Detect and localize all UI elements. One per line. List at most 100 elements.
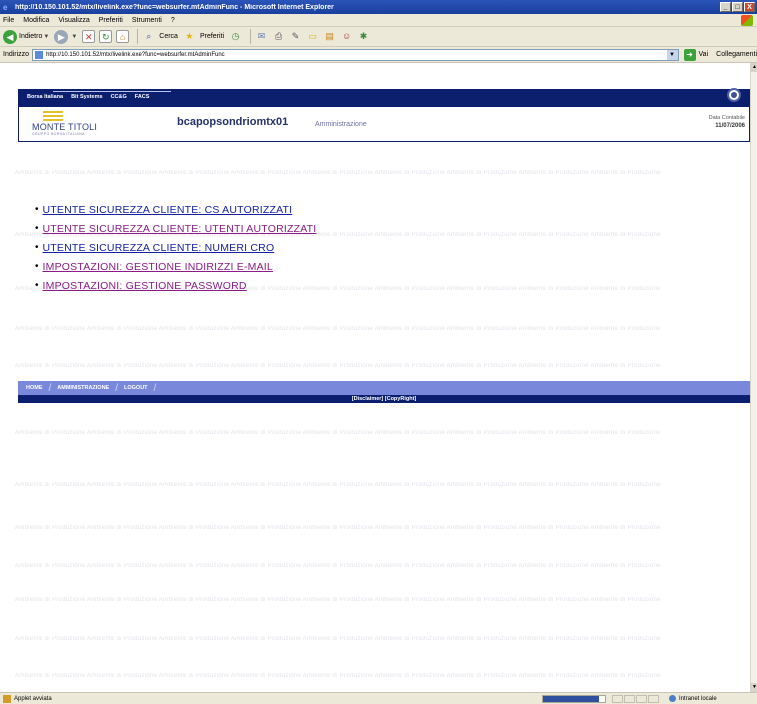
group-underline	[53, 91, 171, 92]
footer-nav-amministrazione[interactable]: AMMINISTRAZIONE	[57, 385, 109, 391]
applet-icon	[3, 694, 11, 703]
footer-legal-links[interactable]: [Disclaimer] [CopyRight]	[18, 395, 750, 403]
menu-modifica[interactable]: Modifica	[23, 17, 49, 24]
back-button[interactable]: ◀ Indietro ▼	[3, 29, 49, 44]
bullet-icon: •	[35, 280, 39, 291]
maximize-button[interactable]: □	[732, 2, 743, 12]
research-icon[interactable]: ▤	[323, 30, 336, 43]
close-button[interactable]: X	[744, 2, 755, 12]
zone-label: Intranet locale	[679, 695, 717, 702]
watermark-row: Ambiente di Produzione Ambiente di Produ…	[15, 430, 661, 436]
folder-icon[interactable]: ▭	[306, 30, 319, 43]
page-icon	[35, 50, 44, 59]
footer-nav-home[interactable]: HOME	[26, 385, 43, 391]
top-link-bit-systems[interactable]: Bit Systems	[71, 94, 103, 100]
address-dropdown-icon[interactable]: ▼	[666, 49, 678, 60]
minimize-button[interactable]: _	[720, 2, 731, 12]
menu-strumenti[interactable]: Strumenti	[132, 17, 162, 24]
menu-visualizza[interactable]: Visualizza	[58, 17, 89, 24]
address-url: http://10.150.101.52/mtx/livelink.exe?fu…	[46, 51, 225, 58]
forward-dropdown-icon: ▼	[71, 33, 78, 40]
logo-mark-icon	[42, 111, 64, 121]
print-icon[interactable]: ⎙	[272, 30, 285, 43]
watermark-row: Ambiente di Produzione Ambiente di Produ…	[15, 326, 661, 332]
search-label: Cerca	[159, 33, 178, 40]
list-item: • UTENTE SICUREZZA CLIENTE: NUMERI CRO	[35, 238, 316, 257]
messenger-icon[interactable]: ☺	[340, 30, 353, 43]
address-input[interactable]: http://10.150.101.52/mtx/livelink.exe?fu…	[32, 48, 679, 61]
menu-file[interactable]: File	[3, 17, 14, 24]
toolbar: ◀ Indietro ▼ ▶ ▼ ✕ ↻ ⌂ ⌕ Cerca ★ Preferi…	[0, 27, 757, 47]
date-value: 11/07/2006	[715, 123, 745, 129]
bullet-icon: •	[35, 261, 39, 272]
vertical-scrollbar[interactable]: ▲ ▼	[750, 63, 757, 692]
status-panes	[612, 694, 659, 703]
window-title: http://10.150.101.52/mtx/livelink.exe?fu…	[15, 3, 334, 11]
link-gestione-email[interactable]: IMPOSTAZIONI: GESTIONE INDIRIZZI E-MAIL	[43, 261, 273, 273]
window-titlebar: e http://10.150.101.52/mtx/livelink.exe?…	[0, 0, 757, 14]
favorites-button[interactable]: ★ Preferiti	[183, 30, 224, 43]
footer-nav: HOME / AMMINISTRAZIONE / LOGOUT /	[18, 381, 750, 395]
menubar: File Modifica Visualizza Preferiti Strum…	[0, 14, 757, 27]
watermark-row: Ambiente di Produzione Ambiente di Produ…	[15, 563, 661, 569]
list-item: • IMPOSTAZIONI: GESTIONE PASSWORD	[35, 276, 316, 295]
status-text: Applet avviata	[14, 695, 52, 702]
nav-separator: /	[153, 382, 157, 394]
header-box: MONTE TITOLI GRUPPO BORSA ITALIANA bcapo…	[18, 107, 750, 142]
watermark-row: Ambiente di Produzione Ambiente di Produ…	[15, 673, 661, 679]
list-item: • IMPOSTAZIONI: GESTIONE INDIRIZZI E-MAI…	[35, 257, 316, 276]
watermark-row: Ambiente di Produzione Ambiente di Produ…	[15, 363, 661, 369]
monte-titoli-logo: MONTE TITOLI GRUPPO BORSA ITALIANA	[32, 111, 97, 136]
nav-separator: /	[48, 382, 52, 394]
menu-help[interactable]: ?	[171, 17, 175, 24]
page-content: Ambiente di Produzione Ambiente di Produ…	[9, 63, 750, 692]
progress-fill	[543, 695, 599, 702]
watermark-row: Ambiente di Produzione Ambiente di Produ…	[15, 597, 661, 603]
history-icon[interactable]: ◷	[229, 30, 242, 43]
refresh-icon[interactable]: ↻	[99, 30, 113, 43]
scroll-down-icon[interactable]: ▼	[751, 683, 757, 692]
watermark-row: Ambiente di Produzione Ambiente di Produ…	[15, 525, 661, 531]
top-link-facs[interactable]: FACS	[135, 94, 150, 100]
top-links: Borsa Italiana Bit Systems CC&G FACS	[27, 94, 149, 100]
ie-logo-icon: e	[3, 2, 8, 12]
link-gestione-password[interactable]: IMPOSTAZIONI: GESTIONE PASSWORD	[43, 280, 247, 292]
edit-icon[interactable]: ✎	[289, 30, 302, 43]
statusbar: Applet avviata Intranet locale	[0, 692, 757, 704]
logo-text: MONTE TITOLI	[32, 122, 98, 132]
search-button[interactable]: ⌕ Cerca	[142, 30, 178, 43]
bullet-icon: •	[35, 204, 39, 215]
bullet-icon: •	[35, 242, 39, 253]
mail-icon[interactable]: ✉	[255, 30, 268, 43]
back-label: Indietro	[19, 33, 43, 40]
link-numeri-cro[interactable]: UTENTE SICUREZZA CLIENTE: NUMERI CRO	[43, 242, 275, 254]
go-button[interactable]: ➜ Vai	[683, 48, 709, 61]
list-item: • UTENTE SICUREZZA CLIENTE: CS AUTORIZZA…	[35, 200, 316, 219]
scroll-up-icon[interactable]: ▲	[751, 63, 757, 72]
menu-preferiti[interactable]: Preferiti	[99, 17, 123, 24]
go-arrow-icon: ➜	[683, 48, 696, 61]
watermark-row: Ambiente di Produzione Ambiente di Produ…	[15, 636, 661, 642]
search-icon: ⌕	[146, 31, 152, 41]
tools-icon[interactable]: ✱	[357, 30, 370, 43]
star-icon: ★	[185, 31, 194, 41]
forward-arrow-icon: ▶	[54, 29, 69, 44]
progress-bar	[542, 694, 606, 703]
forward-button[interactable]: ▶ ▼	[54, 29, 78, 44]
top-link-ccg[interactable]: CC&G	[111, 94, 127, 100]
logout-circle-icon[interactable]	[727, 88, 741, 102]
links-button[interactable]: Collegamenti	[716, 51, 757, 58]
link-utenti-autorizzati[interactable]: UTENTE SICUREZZA CLIENTE: UTENTI AUTORIZ…	[43, 223, 317, 235]
list-item: • UTENTE SICUREZZA CLIENTE: UTENTI AUTOR…	[35, 219, 316, 238]
footer-nav-logout[interactable]: LOGOUT	[124, 385, 148, 391]
stop-icon[interactable]: ✕	[82, 30, 96, 43]
link-cs-autorizzati[interactable]: UTENTE SICUREZZA CLIENTE: CS AUTORIZZATI	[43, 204, 293, 216]
group-label: IL GRUPPO BORSA ITALIANA	[54, 84, 133, 90]
toolbar-separator	[137, 29, 139, 44]
go-label: Vai	[698, 51, 709, 58]
section-label: Amministrazione	[315, 121, 367, 128]
username: bcapopsondriomtx01	[177, 116, 289, 128]
top-link-borsa-italiana[interactable]: Borsa Italiana	[27, 94, 63, 100]
window-controls: _ □ X	[720, 2, 755, 12]
home-icon[interactable]: ⌂	[116, 30, 130, 43]
